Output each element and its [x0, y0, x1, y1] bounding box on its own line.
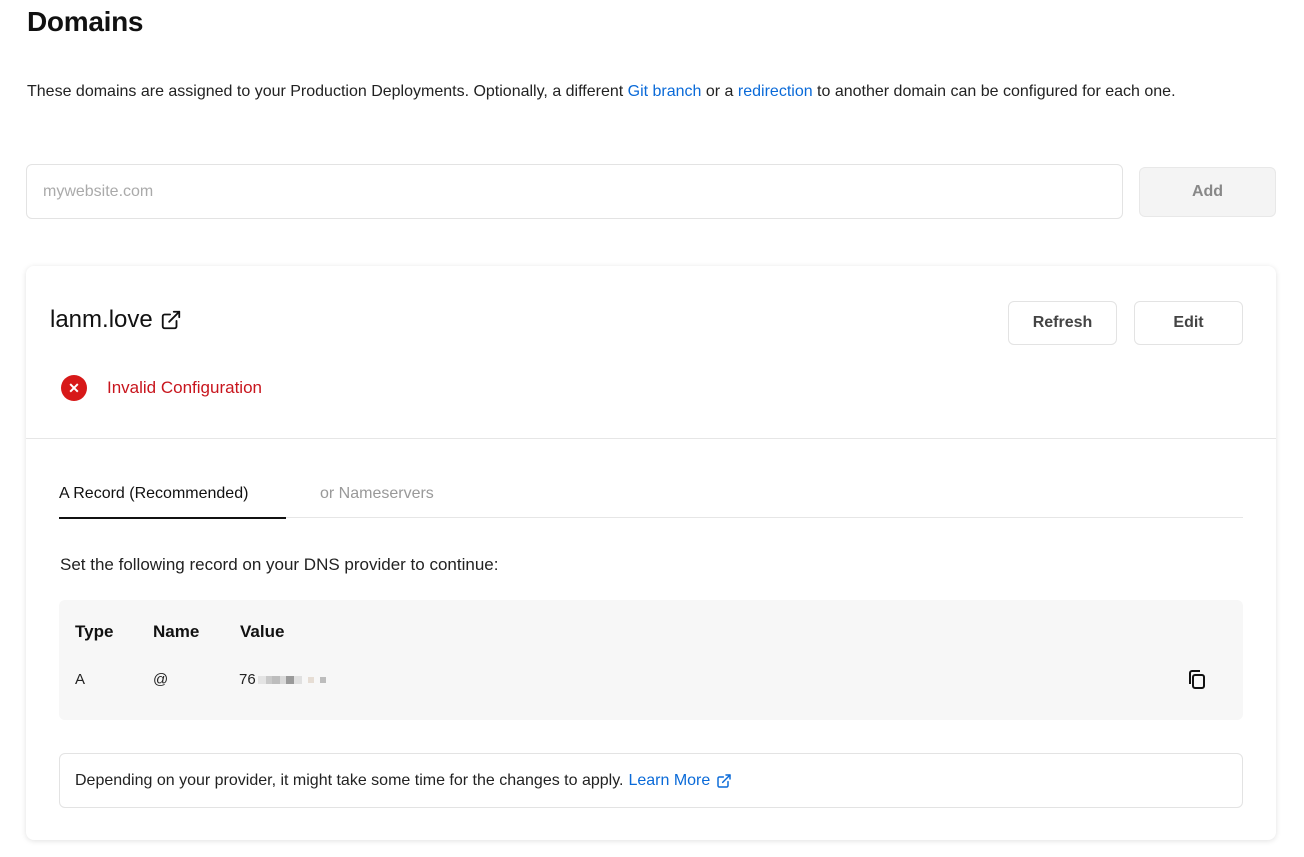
- dns-record-table: Type Name Value A @ 76: [59, 600, 1243, 720]
- card-divider: [26, 438, 1276, 439]
- record-value-visible: 76: [239, 671, 256, 688]
- domain-name-text[interactable]: lanm.love: [50, 306, 153, 334]
- note-text: Depending on your provider, it might tak…: [75, 771, 624, 789]
- refresh-button[interactable]: Refresh: [1008, 301, 1117, 345]
- page-title: Domains: [27, 6, 144, 37]
- tab-nameservers[interactable]: or Nameservers: [320, 481, 434, 518]
- record-name: @: [153, 671, 169, 688]
- tab-a-record[interactable]: A Record (Recommended): [59, 481, 286, 519]
- status-row: ✕ Invalid Configuration: [61, 375, 262, 401]
- external-link-icon: [717, 773, 732, 788]
- header-name: Name: [153, 622, 200, 641]
- learn-more-label: Learn More: [628, 771, 711, 789]
- description-suffix: to another domain can be configured for …: [812, 83, 1176, 100]
- page-description: These domains are assigned to your Produ…: [27, 78, 1277, 105]
- header-value: Value: [240, 622, 285, 641]
- domain-card: lanm.love Refresh Edit ✕ Invalid Configu…: [26, 266, 1276, 840]
- tab-a-record-label: A Record (Recommended): [59, 485, 249, 502]
- copy-icon[interactable]: [1183, 666, 1211, 694]
- redirection-link[interactable]: redirection: [738, 83, 813, 100]
- redacted-value: [257, 675, 326, 684]
- learn-more-link[interactable]: Learn More: [628, 772, 732, 790]
- propagation-note: Depending on your provider, it might tak…: [59, 753, 1243, 808]
- record-type: A: [75, 671, 86, 688]
- git-branch-link[interactable]: Git branch: [628, 83, 702, 100]
- record-tabs: A Record (Recommended) or Nameservers: [59, 481, 1243, 519]
- domain-title: lanm.love: [50, 306, 182, 334]
- description-mid: or a: [701, 83, 738, 100]
- external-link-icon[interactable]: [160, 309, 182, 331]
- edit-button[interactable]: Edit: [1134, 301, 1243, 345]
- description-prefix: These domains are assigned to your Produ…: [27, 83, 628, 100]
- domain-input[interactable]: [26, 164, 1123, 219]
- tab-nameservers-label: or Nameservers: [320, 485, 434, 502]
- instruction-text: Set the following record on your DNS pro…: [60, 555, 499, 574]
- add-domain-button[interactable]: Add: [1139, 167, 1276, 217]
- record-value: 76: [239, 671, 326, 688]
- status-text: Invalid Configuration: [107, 378, 262, 397]
- header-type: Type: [75, 622, 114, 641]
- x-circle-icon: ✕: [61, 375, 87, 401]
